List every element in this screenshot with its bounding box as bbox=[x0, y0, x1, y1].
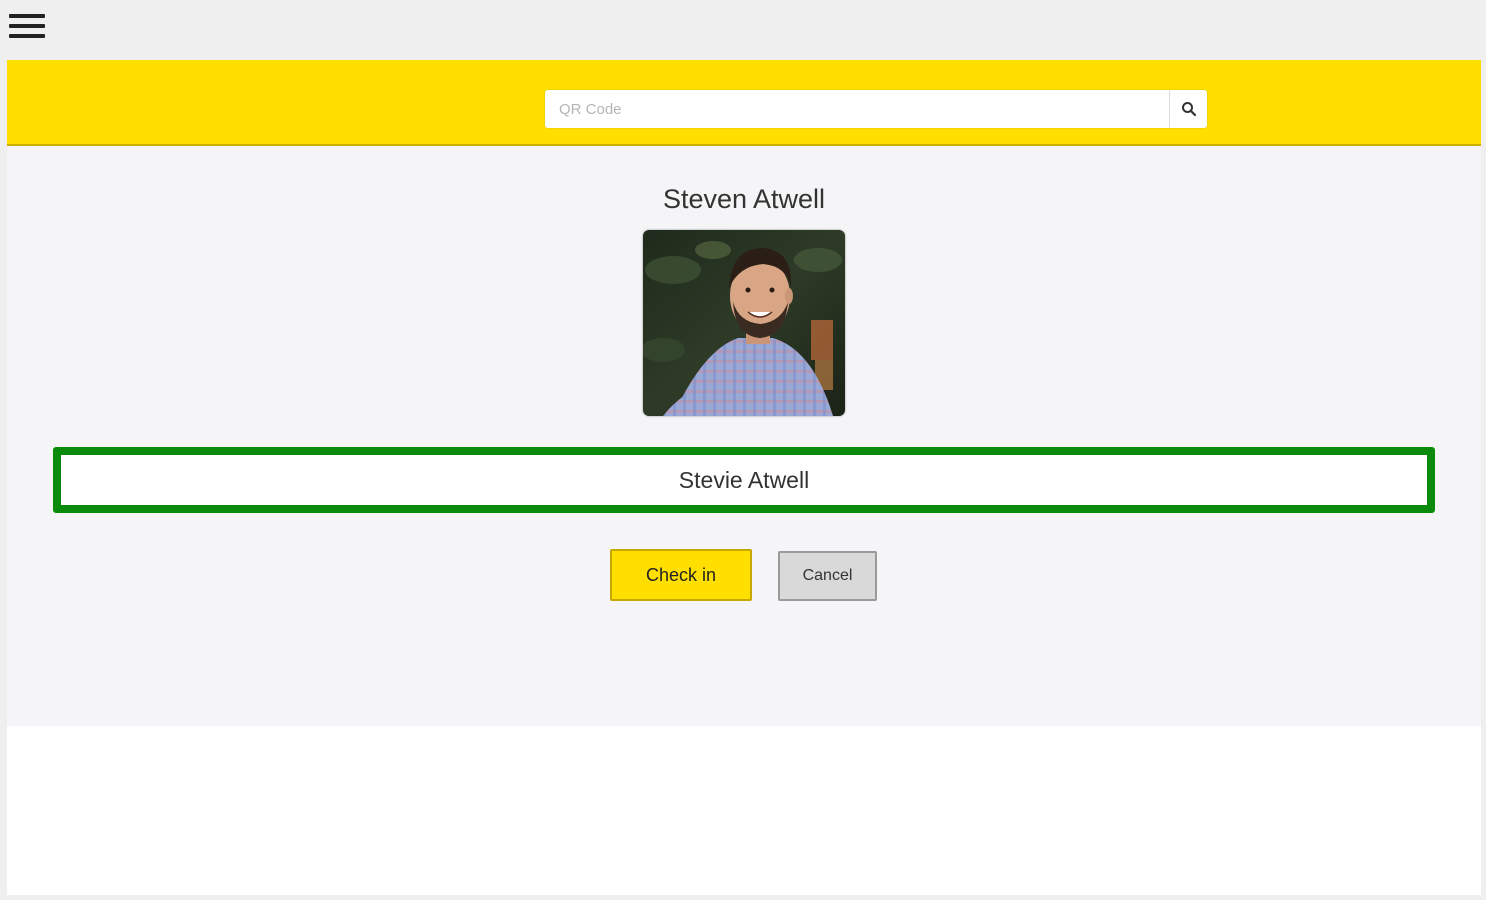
search-icon bbox=[1181, 102, 1196, 117]
profile-photo bbox=[643, 230, 845, 416]
check-in-button[interactable]: Check in bbox=[610, 549, 752, 601]
search-button[interactable] bbox=[1169, 90, 1207, 128]
search-header bbox=[7, 60, 1481, 146]
nickname-field[interactable]: Stevie Atwell bbox=[53, 447, 1435, 513]
cancel-button[interactable]: Cancel bbox=[778, 551, 877, 601]
hamburger-menu-icon[interactable] bbox=[8, 12, 46, 42]
menu-line bbox=[9, 24, 45, 28]
profile-photo-image bbox=[643, 230, 845, 416]
nickname-text: Stevie Atwell bbox=[678, 466, 810, 493]
checkin-panel: Steven Atwell Stevie Atwell Check in Can… bbox=[7, 146, 1481, 726]
qr-code-input[interactable] bbox=[545, 90, 1167, 128]
menu-line bbox=[9, 34, 45, 38]
top-bar bbox=[0, 0, 1486, 60]
person-name: Steven Atwell bbox=[662, 184, 826, 214]
main-frame: Steven Atwell bbox=[7, 60, 1481, 895]
search-box bbox=[545, 90, 1207, 128]
menu-line bbox=[9, 14, 45, 18]
